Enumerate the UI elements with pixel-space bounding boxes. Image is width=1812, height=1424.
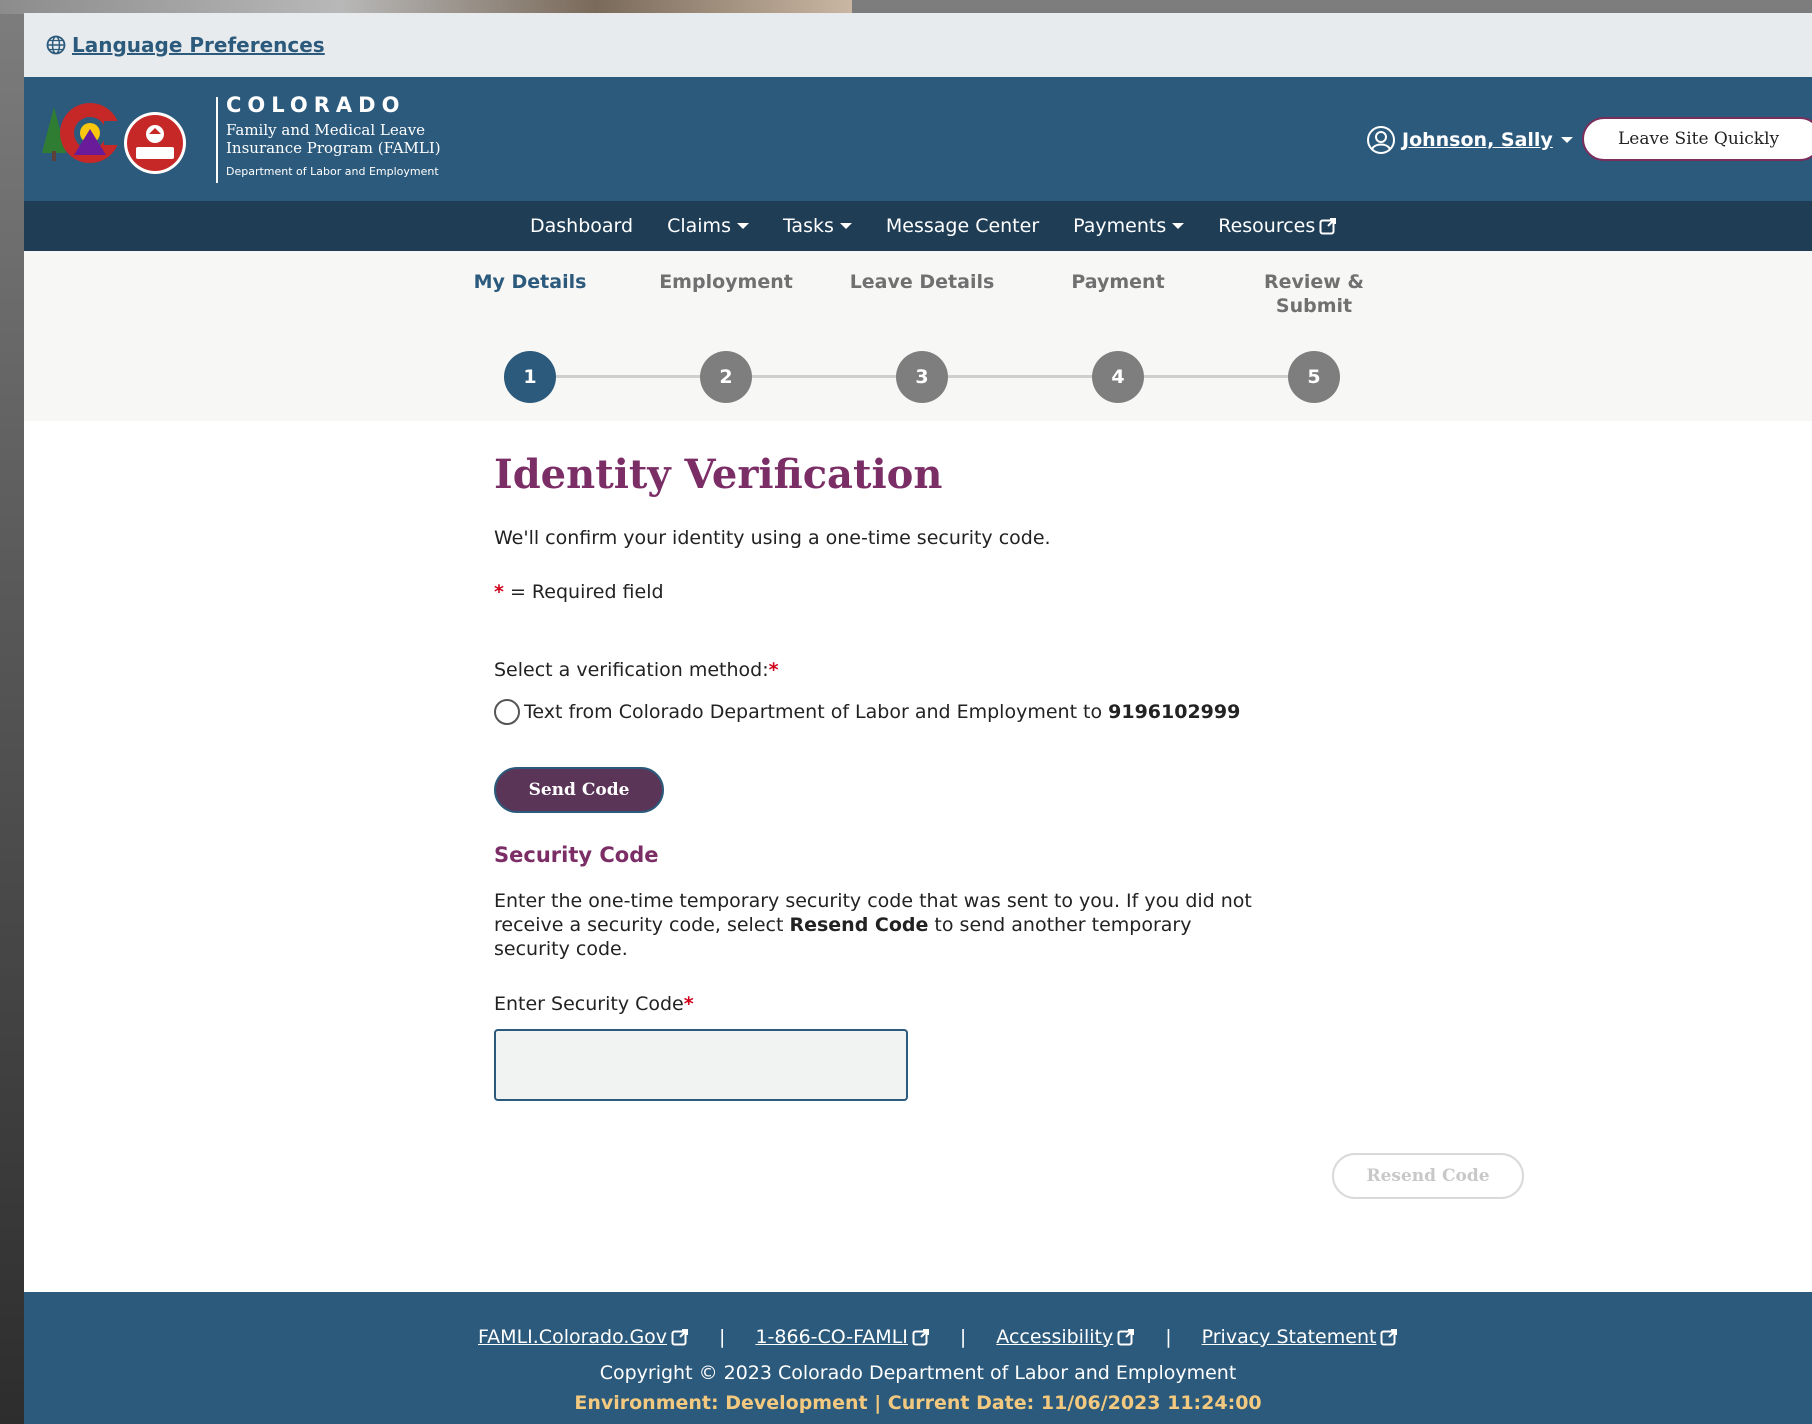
nav-tasks[interactable]: Tasks: [783, 215, 852, 237]
radio-label: Text from Colorado Department of Labor a…: [524, 701, 1103, 723]
logo-title: COLORADO: [226, 93, 406, 117]
step-connector: [752, 375, 900, 378]
nav-message-center[interactable]: Message Center: [886, 215, 1039, 237]
required-star: *: [683, 993, 694, 1015]
footer-link-famli[interactable]: FAMLI.Colorado.Gov: [478, 1326, 689, 1348]
nav-label: Message Center: [885, 215, 1040, 237]
logo-text: COLORADO Family and Medical Leave Insura…: [226, 93, 441, 178]
logo-dept: Department of Labor and Employment: [226, 165, 439, 178]
footer-separator: |: [959, 1326, 967, 1348]
required-note-text: = Required field: [503, 581, 664, 603]
step-circle-3: 3: [896, 351, 948, 403]
step-label-employment: Employment: [659, 271, 793, 293]
footer-link-accessibility[interactable]: Accessibility: [996, 1326, 1135, 1348]
verification-method-label: Select a verification method:*: [494, 659, 779, 681]
user-circle-icon: [1367, 126, 1395, 154]
step-circle-4: 4: [1092, 351, 1144, 403]
security-desc-bold: Resend Code: [789, 914, 929, 936]
security-code-heading: Security Code: [494, 843, 659, 867]
nav-claims[interactable]: Claims: [667, 215, 749, 237]
security-code-description: Enter the one-time temporary security co…: [494, 889, 1254, 961]
leave-site-quickly-button[interactable]: Leave Site Quickly: [1582, 117, 1812, 161]
nav-dashboard[interactable]: Dashboard: [530, 215, 633, 237]
external-link-icon: [671, 1329, 689, 1346]
step-label-payment: Payment: [1071, 271, 1165, 293]
footer-link-privacy[interactable]: Privacy Statement: [1202, 1326, 1399, 1348]
logo-marks: [40, 93, 210, 193]
logo-program-line-2: Insurance Program (FAMLI): [226, 139, 441, 157]
colorado-c-logo-icon: [42, 103, 122, 163]
intro-text: We'll confirm your identity using a one-…: [494, 527, 1051, 549]
step-label-leave-details: Leave Details: [849, 271, 995, 293]
required-star: *: [768, 659, 779, 681]
required-star: *: [494, 581, 504, 603]
globe-icon: [46, 35, 66, 55]
footer-link-label: Privacy Statement: [1201, 1326, 1377, 1348]
footer-separator: |: [1165, 1326, 1172, 1348]
step-connector: [948, 375, 1096, 378]
main-content: Identity Verification We'll confirm your…: [24, 421, 1812, 1291]
step-connector: [1144, 375, 1292, 378]
progress-stepper: My Details Employment Leave Details Paym…: [24, 251, 1812, 421]
site-footer: FAMLI.Colorado.Gov | 1-866-CO-FAMLI | Ac…: [24, 1292, 1812, 1424]
security-code-label: Enter Security Code*: [494, 993, 694, 1015]
page-title: Identity Verification: [494, 451, 943, 498]
logo-program-line-1: Family and Medical Leave: [226, 121, 426, 139]
nav-label: Resources: [1218, 215, 1316, 237]
main-nav: Dashboard Claims Tasks Message Center Pa…: [24, 201, 1812, 251]
nav-label: Claims: [667, 215, 731, 237]
browser-window: Language Preferences COLORADO Family and…: [24, 13, 1812, 1424]
chevron-down-icon: [1172, 223, 1185, 229]
nav-label: Dashboard: [530, 215, 634, 237]
chevron-down-icon: [1560, 137, 1573, 143]
chevron-down-icon: [839, 223, 852, 229]
chevron-down-icon: [736, 223, 749, 229]
environment-text: Environment: Development | Current Date:…: [574, 1392, 1262, 1414]
logo-divider: [216, 97, 218, 183]
cdle-seal-icon: [124, 112, 186, 174]
step-label-submit-line: Submit: [1275, 295, 1353, 317]
external-link-icon: [912, 1329, 929, 1346]
code-label-text: Enter Security Code: [494, 993, 684, 1015]
verification-method-option-text[interactable]: Text from Colorado Department of Labor a…: [494, 699, 1240, 725]
step-circle-5: 5: [1288, 351, 1340, 403]
step-circle-1: 1: [504, 351, 556, 403]
radio-button[interactable]: [494, 699, 520, 725]
step-label-review-line: Review &: [1263, 271, 1365, 293]
footer-links: FAMLI.Colorado.Gov | 1-866-CO-FAMLI | Ac…: [478, 1326, 1398, 1348]
step-label-review-submit: Review & Submit: [1214, 270, 1414, 318]
nav-resources[interactable]: Resources: [1218, 215, 1337, 237]
site-header: COLORADO Family and Medical Leave Insura…: [24, 77, 1812, 201]
footer-separator: |: [719, 1326, 726, 1348]
step-circle-2: 2: [700, 351, 752, 403]
method-label-text: Select a verification method:: [494, 659, 769, 681]
nav-label: Payments: [1073, 215, 1167, 237]
language-preferences-link[interactable]: Language Preferences: [72, 33, 325, 57]
resend-code-button[interactable]: Resend Code: [1332, 1153, 1524, 1199]
send-code-button[interactable]: Send Code: [494, 767, 664, 813]
language-bar: Language Preferences: [24, 13, 1812, 77]
phone-number: 9196102999: [1108, 701, 1241, 723]
footer-link-label: 1-866-CO-FAMLI: [755, 1326, 908, 1348]
user-menu[interactable]: Johnson, Sally: [1366, 125, 1573, 155]
nav-payments[interactable]: Payments: [1073, 215, 1185, 237]
step-connector: [556, 375, 704, 378]
user-name[interactable]: Johnson, Sally: [1402, 129, 1553, 151]
footer-link-label: FAMLI.Colorado.Gov: [478, 1326, 668, 1348]
step-label-my-details: My Details: [473, 271, 587, 293]
footer-link-phone[interactable]: 1-866-CO-FAMLI: [755, 1326, 929, 1348]
famli-logo[interactable]: COLORADO Family and Medical Leave Insura…: [40, 93, 441, 193]
security-code-input[interactable]: [494, 1029, 908, 1101]
required-field-note: * = Required field: [494, 581, 664, 603]
external-link-icon: [1380, 1329, 1398, 1346]
desktop-photo-strip: [0, 0, 852, 14]
footer-link-label: Accessibility: [996, 1326, 1114, 1348]
external-link-icon: [1319, 218, 1337, 235]
copyright-text: Copyright © 2023 Colorado Department of …: [599, 1362, 1237, 1384]
nav-label: Tasks: [782, 215, 834, 237]
external-link-icon: [1117, 1329, 1135, 1346]
